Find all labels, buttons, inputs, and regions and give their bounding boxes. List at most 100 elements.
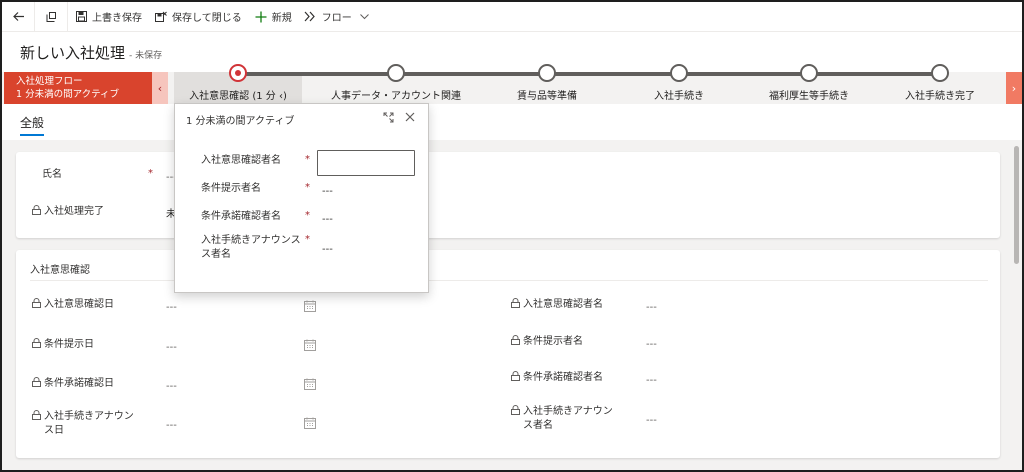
lock-icon bbox=[511, 371, 520, 381]
save-button[interactable]: 上書き保存 bbox=[68, 2, 148, 32]
stage-node-3[interactable] bbox=[538, 64, 556, 82]
stage-label-3[interactable]: 賃与品等準備 bbox=[517, 87, 577, 102]
tab-selected-indicator bbox=[20, 134, 44, 136]
back-button[interactable] bbox=[2, 2, 34, 32]
field-label-text: 入社手続きアナウンス bbox=[201, 235, 301, 246]
chevron-left-icon: ‹ bbox=[157, 81, 163, 95]
field-label-text: 入社手続きアナウン bbox=[523, 406, 613, 417]
flyout-value-offer-presenter[interactable]: --- bbox=[322, 186, 333, 197]
required-marker: * bbox=[305, 154, 310, 165]
lock-icon bbox=[511, 405, 520, 415]
back-arrow-icon bbox=[12, 12, 24, 21]
new-label: 新規 bbox=[271, 13, 292, 24]
field-value-intent-date: --- bbox=[166, 302, 177, 313]
field-label-intent-date: 入社意思確認日 bbox=[32, 298, 114, 312]
lock-icon bbox=[32, 338, 41, 348]
scrollbar-thumb[interactable] bbox=[1014, 146, 1019, 264]
field-value-acceptance-confirmer: --- bbox=[646, 375, 657, 386]
field-label-text: ス者名 bbox=[201, 249, 231, 260]
flyout-label-offer-presenter: 条件提示者名 bbox=[201, 183, 261, 194]
stage-connector-line bbox=[238, 72, 940, 76]
field-value-acceptance-date: --- bbox=[166, 381, 177, 392]
stage-node-4[interactable] bbox=[670, 64, 688, 82]
new-button[interactable]: 新規 bbox=[248, 2, 298, 32]
intent-confirmer-input[interactable] bbox=[317, 150, 415, 176]
field-label-text: 入社手続きアナウン bbox=[44, 411, 134, 422]
section-summary: 氏名 * --- 入社処理完了 未 bbox=[16, 152, 1000, 238]
app-window: 上書き保存 保存して閉じる 新規 フロー 新しい入社処理 - 未保存 入社処理フ… bbox=[0, 0, 1024, 472]
stage-node-2[interactable] bbox=[387, 64, 405, 82]
field-label-onboarding-complete: 入社処理完了 bbox=[32, 205, 104, 219]
field-label-text: 入社意思確認日 bbox=[44, 299, 114, 310]
field-label-text: ス者名 bbox=[523, 420, 553, 431]
field-label-text: 条件提示日 bbox=[44, 339, 94, 350]
field-value-announcer: --- bbox=[646, 415, 657, 426]
field-label-announcer: 入社手続きアナウン ス者名 bbox=[511, 405, 613, 433]
stage-label-6[interactable]: 入社手続き完了 bbox=[905, 87, 975, 102]
field-label-announcement-date: 入社手続きアナウン ス日 bbox=[32, 410, 134, 438]
business-process-flow: 入社処理フロー 1 分未満の間アクティブ ‹ 入社意思確認 (1 分 ‹) 人事… bbox=[2, 64, 1022, 104]
required-marker: * bbox=[305, 234, 310, 245]
section-intent-confirmation: 入社意思確認 入社意思確認日 --- 条件提示日 --- 条件承諾確認日 ---… bbox=[16, 250, 1000, 458]
field-label-acceptance-date: 条件承諾確認日 bbox=[32, 377, 114, 391]
stage-node-1[interactable] bbox=[229, 64, 247, 82]
flow-label: フロー bbox=[321, 13, 352, 24]
field-label-text: 条件承諾確認者名 bbox=[523, 372, 603, 383]
flow-status: 1 分未満の間アクティブ bbox=[16, 89, 120, 100]
save-close-label: 保存して閉じる bbox=[172, 13, 242, 24]
flyout-label-acceptance-confirmer: 条件承諾確認者名 bbox=[201, 211, 281, 222]
flow-menu-button[interactable]: フロー bbox=[298, 2, 375, 32]
field-label-offer-date: 条件提示日 bbox=[32, 338, 94, 352]
open-new-window-button[interactable] bbox=[35, 2, 67, 32]
field-label-name: 氏名 bbox=[42, 169, 62, 180]
lock-icon bbox=[511, 335, 520, 345]
chevron-down-icon bbox=[359, 13, 369, 20]
flyout-value-acceptance-confirmer[interactable]: --- bbox=[322, 214, 333, 225]
flyout-label-intent-confirmer: 入社意思確認者名 bbox=[201, 155, 281, 166]
next-stage-button[interactable]: › bbox=[1006, 72, 1022, 104]
header: 新しい入社処理 - 未保存 bbox=[20, 42, 162, 63]
stage-node-5[interactable] bbox=[800, 64, 818, 82]
stage-label-2[interactable]: 人事データ・アカウント関連 bbox=[331, 87, 461, 102]
required-marker: * bbox=[148, 168, 153, 179]
expand-icon[interactable] bbox=[380, 109, 396, 125]
vertical-scrollbar[interactable] bbox=[1012, 140, 1022, 470]
section-title: 入社意思確認 bbox=[30, 265, 90, 276]
flow-icon bbox=[304, 10, 318, 24]
process-flow-name-button[interactable]: 入社処理フロー 1 分未満の間アクティブ bbox=[4, 72, 152, 104]
close-icon[interactable] bbox=[402, 109, 418, 125]
save-close-icon bbox=[154, 10, 168, 24]
flow-name: 入社処理フロー bbox=[16, 76, 83, 87]
save-and-close-button[interactable]: 保存して閉じる bbox=[148, 2, 248, 32]
chevron-right-icon: › bbox=[1011, 81, 1017, 95]
plus-icon bbox=[254, 10, 268, 24]
field-label-text: 入社意思確認者名 bbox=[523, 299, 603, 310]
open-new-window-icon bbox=[46, 11, 56, 22]
stage-label-4[interactable]: 入社手続き bbox=[654, 87, 704, 102]
lock-icon bbox=[32, 410, 41, 420]
flyout-actions bbox=[374, 109, 418, 125]
flyout-value-announcer[interactable]: --- bbox=[322, 244, 333, 255]
required-marker: * bbox=[305, 182, 310, 193]
field-label-text: ス日 bbox=[44, 425, 64, 436]
save-status: - 未保存 bbox=[129, 51, 163, 61]
field-value-intent-confirmer: --- bbox=[646, 302, 657, 313]
field-label-offer-presenter: 条件提示者名 bbox=[511, 335, 583, 349]
calendar-icon bbox=[304, 378, 316, 390]
required-marker: * bbox=[305, 210, 310, 221]
stage-label-1[interactable]: 入社意思確認 (1 分 ‹) bbox=[189, 87, 287, 102]
flyout-title: 1 分未満の間アクティブ bbox=[186, 116, 295, 127]
save-icon bbox=[74, 10, 88, 24]
stage-flyout: 1 分未満の間アクティブ 入社意思確認者名 * 条件提示者名 * --- 条件承… bbox=[174, 103, 429, 293]
field-value-offer-date: --- bbox=[166, 342, 177, 353]
previous-stage-button[interactable]: ‹ bbox=[152, 72, 168, 104]
field-label-text: 条件提示者名 bbox=[523, 336, 583, 347]
field-value-announcement-date: --- bbox=[166, 420, 177, 431]
field-label-intent-confirmer: 入社意思確認者名 bbox=[511, 298, 603, 312]
field-label-text: 入社処理完了 bbox=[44, 206, 104, 217]
stage-node-6[interactable] bbox=[931, 64, 949, 82]
stage-label-5[interactable]: 福利厚生等手続き bbox=[769, 87, 849, 102]
lock-icon bbox=[32, 298, 41, 308]
tab-general[interactable]: 全般 bbox=[20, 114, 44, 131]
lock-icon bbox=[32, 205, 41, 215]
